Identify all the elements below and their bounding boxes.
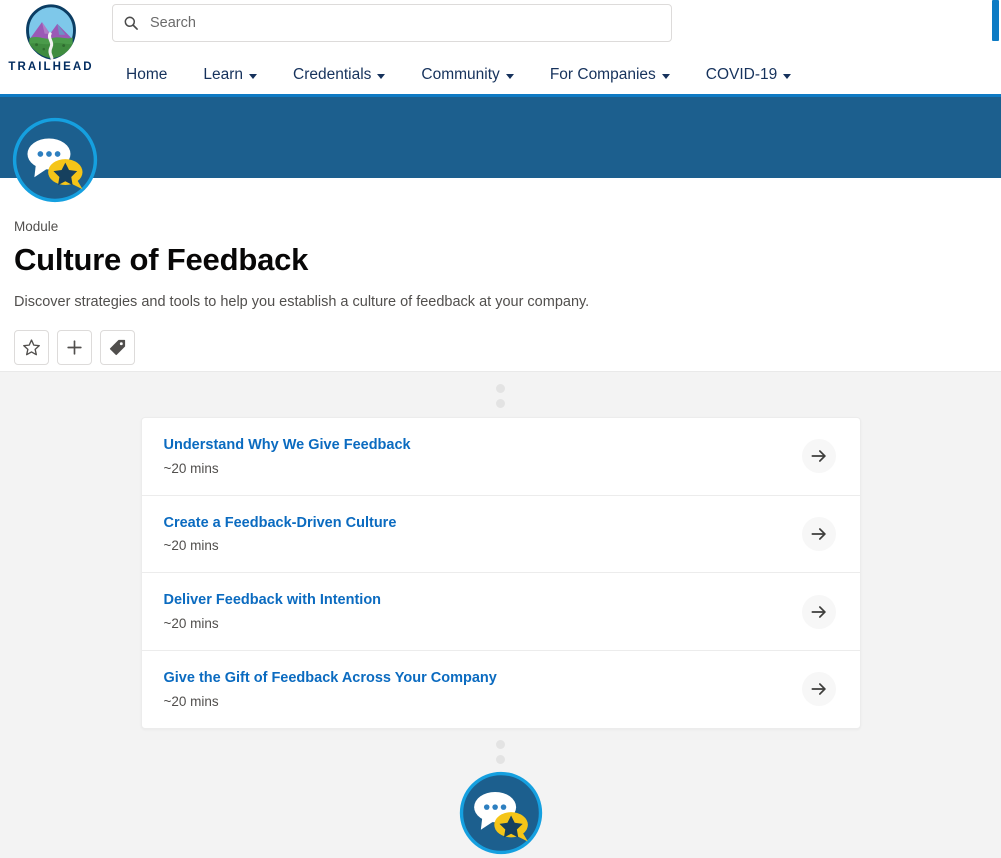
unit-title[interactable]: Understand Why We Give Feedback: [164, 437, 411, 454]
arrow-right-icon: [811, 450, 826, 463]
nav-item-label: Learn: [203, 66, 244, 83]
nav-item-community[interactable]: Community: [403, 62, 531, 88]
plus-icon: [67, 340, 82, 355]
trail-connector-bottom: [0, 729, 1001, 764]
search-icon: [124, 16, 138, 30]
connector-dot: [496, 754, 505, 764]
main-navigation: Home Learn Credentials Community For Com…: [112, 62, 809, 88]
chevron-down-icon: [249, 73, 258, 79]
nav-item-credentials[interactable]: Credentials: [275, 62, 403, 88]
connector-dot: [496, 739, 505, 749]
unit-open-button[interactable]: [801, 672, 836, 707]
arrow-right-icon: [811, 528, 826, 540]
top-navigation-bar: TRAILHEAD Home Learn Credentials Communi…: [0, 0, 1001, 97]
nav-item-label: Credentials: [293, 66, 372, 83]
trailhead-mountain-logo-icon: [26, 4, 76, 60]
trailhead-logo-wordmark: TRAILHEAD: [8, 61, 94, 73]
unit-open-button[interactable]: [801, 439, 836, 474]
unit-open-button[interactable]: [801, 517, 836, 551]
nav-item-label: COVID-19: [705, 66, 778, 83]
module-hero-band: [0, 97, 1001, 203]
chevron-down-icon: [783, 73, 792, 79]
connector-dot: [496, 384, 505, 393]
module-units-section: Understand Why We Give Feedback ~20 mins…: [0, 371, 1001, 858]
nav-item-label: Community: [421, 66, 500, 83]
chevron-down-icon: [377, 73, 386, 79]
arrow-right-icon: [811, 605, 826, 618]
module-completion-badge: ~1 hr 20 mins: [0, 764, 1001, 858]
nav-item-covid-19[interactable]: COVID-19: [688, 62, 810, 88]
chevron-down-icon: [661, 73, 670, 79]
units-list: Understand Why We Give Feedback ~20 mins…: [140, 417, 861, 729]
nav-item-learn[interactable]: Learn: [185, 62, 275, 88]
page-scrollbar-thumb[interactable]: [992, 0, 999, 41]
list-item[interactable]: Give the Gift of Feedback Across Your Co…: [142, 651, 860, 728]
add-to-trailmix-button[interactable]: [57, 330, 92, 366]
list-item[interactable]: Understand Why We Give Feedback ~20 mins: [141, 418, 860, 496]
unit-duration: ~20 mins: [163, 538, 219, 554]
nav-item-label: Home: [126, 66, 168, 83]
feedback-speech-bubble-badge-icon: [459, 771, 542, 854]
favorite-button[interactable]: [14, 330, 49, 366]
nav-item-for-companies[interactable]: For Companies: [532, 62, 688, 88]
search-input[interactable]: [150, 15, 661, 31]
content-type-label: Module: [14, 219, 59, 234]
tag-icon: [109, 339, 126, 356]
unit-open-button[interactable]: [801, 594, 836, 629]
module-action-buttons: [14, 330, 1001, 366]
unit-duration: ~20 mins: [163, 693, 219, 709]
feedback-speech-bubble-badge-icon: [12, 117, 98, 203]
unit-title[interactable]: Give the Gift of Feedback Across Your Co…: [164, 670, 497, 687]
chevron-down-icon: [505, 73, 514, 79]
module-title-section: Module Culture of Feedback Discover stra…: [0, 178, 1001, 371]
arrow-right-icon: [811, 683, 826, 696]
list-item[interactable]: Create a Feedback-Driven Culture ~20 min…: [141, 496, 860, 574]
star-icon: [23, 339, 40, 356]
connector-dot: [496, 399, 505, 408]
search-box[interactable]: [112, 4, 672, 42]
unit-title[interactable]: Create a Feedback-Driven Culture: [164, 515, 397, 532]
trailhead-logo-link[interactable]: TRAILHEAD: [6, 4, 96, 73]
unit-title[interactable]: Deliver Feedback with Intention: [164, 592, 382, 609]
nav-item-label: For Companies: [549, 66, 656, 83]
unit-duration: ~20 mins: [163, 460, 219, 476]
page-title: Culture of Feedback: [14, 242, 309, 277]
trail-connector-top: [0, 373, 1001, 408]
page-description: Discover strategies and tools to help yo…: [14, 294, 590, 311]
tags-button[interactable]: [100, 330, 135, 366]
list-item[interactable]: Deliver Feedback with Intention ~20 mins: [141, 573, 860, 652]
nav-item-home[interactable]: Home: [112, 62, 185, 88]
unit-duration: ~20 mins: [163, 616, 219, 632]
